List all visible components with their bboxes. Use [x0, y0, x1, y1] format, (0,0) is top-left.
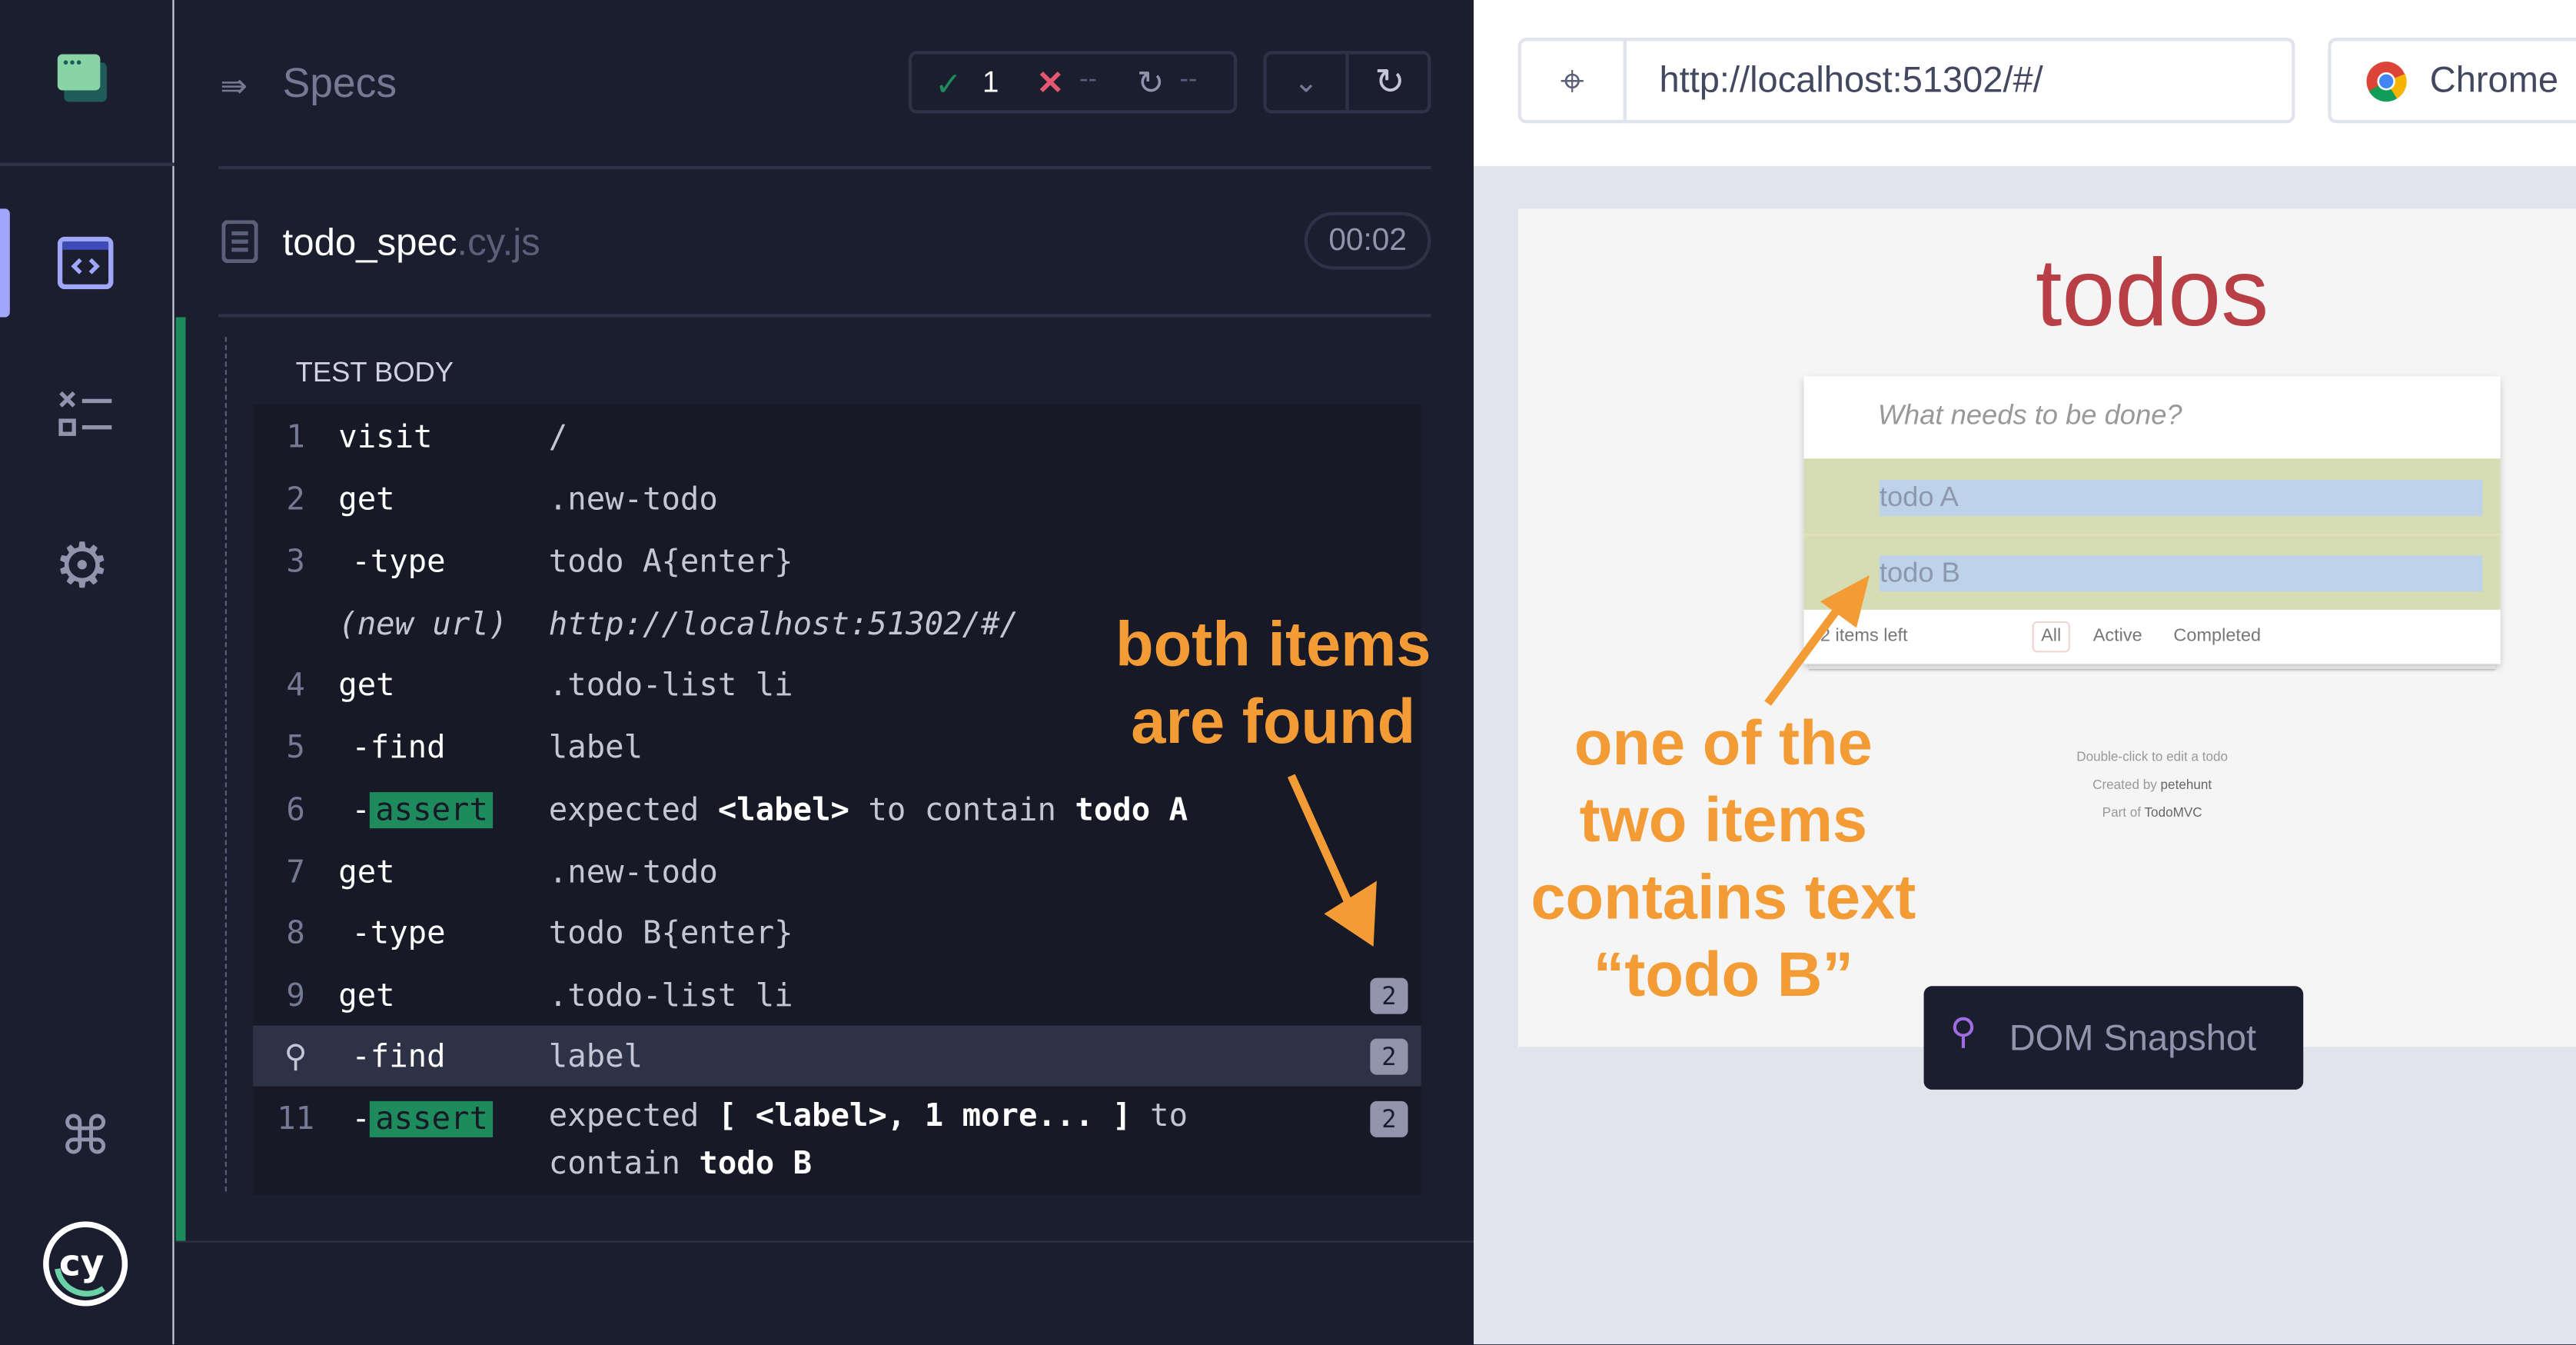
annotation-arrows	[1287, 574, 1870, 947]
annotation-one-item: one of the two items contains text “todo B”	[1531, 710, 1916, 1011]
dom-snapshot-tooltip: DOM Snapshot	[1923, 986, 2304, 1090]
pin-icon: ⚲	[1949, 1010, 1977, 1052]
